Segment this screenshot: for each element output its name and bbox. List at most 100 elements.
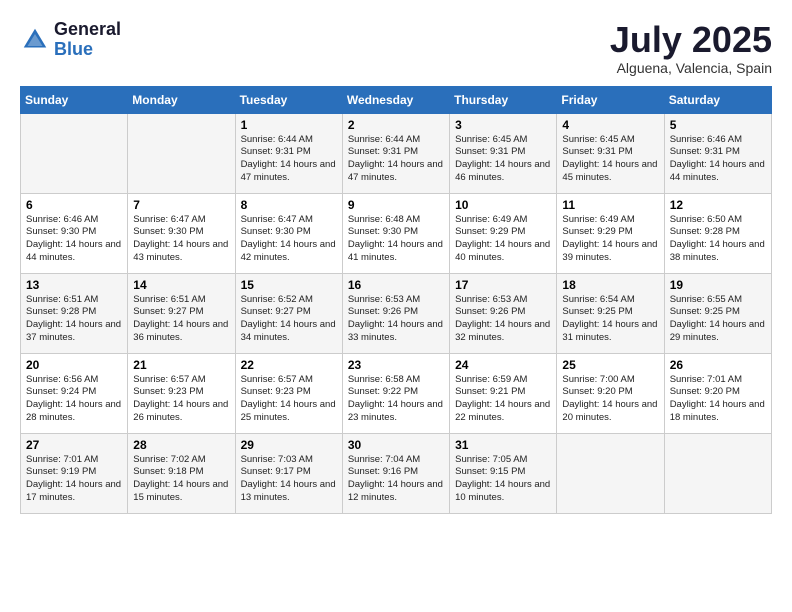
day-number: 9 — [348, 198, 444, 212]
calendar-cell: 14Sunrise: 6:51 AM Sunset: 9:27 PM Dayli… — [128, 273, 235, 353]
day-number: 8 — [241, 198, 337, 212]
day-number: 17 — [455, 278, 551, 292]
calendar-cell: 1 Sunrise: 6:44 AM Sunset: 9:31 PM Daylig… — [235, 113, 342, 193]
day-number: 18 — [562, 278, 658, 292]
logo-general: General — [54, 20, 121, 40]
calendar-cell: 19 Sunrise: 6:55 AM Sunset: 9:25 PM Dayli… — [664, 273, 771, 353]
calendar-cell: 4Sunrise: 6:45 AM Sunset: 9:31 PM Daylig… — [557, 113, 664, 193]
weekday-header-saturday: Saturday — [664, 86, 771, 113]
day-number: 7 — [133, 198, 229, 212]
title-block: July 2025 Alguena, Valencia, Spain — [610, 20, 772, 76]
day-number: 16 — [348, 278, 444, 292]
day-number: 5 — [670, 118, 766, 132]
cell-info: Sunrise: 6:48 AM Sunset: 9:30 PM Dayligh… — [348, 214, 444, 265]
day-number: 1 — [241, 118, 337, 132]
cell-info: Sunrise: 6:59 AM Sunset: 9:21 PM Dayligh… — [455, 374, 551, 425]
cell-info: Sunrise: 7:02 AM Sunset: 9:18 PM Dayligh… — [133, 454, 229, 505]
cell-info: Sunrise: 6:57 AM Sunset: 9:23 PM Dayligh… — [133, 374, 229, 425]
calendar-table: SundayMondayTuesdayWednesdayThursdayFrid… — [20, 86, 772, 514]
calendar-cell: 24 Sunrise: 6:59 AM Sunset: 9:21 PM Dayli… — [450, 353, 557, 433]
calendar-cell: 27 Sunrise: 7:01 AM Sunset: 9:19 PM Dayli… — [21, 433, 128, 513]
cell-info: Sunrise: 6:57 AM Sunset: 9:23 PM Dayligh… — [241, 374, 337, 425]
cell-info: Sunrise: 6:46 AM Sunset: 9:30 PM Dayligh… — [26, 214, 122, 265]
calendar-cell: 13Sunrise: 6:51 AM Sunset: 9:28 PM Dayli… — [21, 273, 128, 353]
cell-info: Sunrise: 6:50 AM Sunset: 9:28 PM Dayligh… — [670, 214, 766, 265]
day-number: 23 — [348, 358, 444, 372]
day-number: 30 — [348, 438, 444, 452]
cell-info: Sunrise: 6:45 AM Sunset: 9:31 PM Dayligh… — [455, 134, 551, 185]
logo-text: General Blue — [54, 20, 121, 60]
logo-icon — [20, 25, 50, 55]
day-number: 13 — [26, 278, 122, 292]
calendar-cell: 26 Sunrise: 7:01 AM Sunset: 9:20 PM Dayli… — [664, 353, 771, 433]
calendar-cell: 15Sunrise: 6:52 AM Sunset: 9:27 PM Dayli… — [235, 273, 342, 353]
cell-info: Sunrise: 6:47 AM Sunset: 9:30 PM Dayligh… — [241, 214, 337, 265]
day-number: 21 — [133, 358, 229, 372]
weekday-header-row: SundayMondayTuesdayWednesdayThursdayFrid… — [21, 86, 772, 113]
cell-info: Sunrise: 6:44 AM Sunset: 9:31 PM Dayligh… — [241, 134, 337, 185]
calendar-cell: 17 Sunrise: 6:53 AM Sunset: 9:26 PM Dayli… — [450, 273, 557, 353]
calendar-cell: 7Sunrise: 6:47 AM Sunset: 9:30 PM Daylig… — [128, 193, 235, 273]
calendar-cell — [664, 433, 771, 513]
day-number: 24 — [455, 358, 551, 372]
cell-info: Sunrise: 6:53 AM Sunset: 9:26 PM Dayligh… — [348, 294, 444, 345]
week-row-5: 27 Sunrise: 7:01 AM Sunset: 9:19 PM Dayli… — [21, 433, 772, 513]
calendar-cell: 16 Sunrise: 6:53 AM Sunset: 9:26 PM Dayli… — [342, 273, 449, 353]
calendar-cell: 28 Sunrise: 7:02 AM Sunset: 9:18 PM Dayli… — [128, 433, 235, 513]
cell-info: Sunrise: 6:55 AM Sunset: 9:25 PM Dayligh… — [670, 294, 766, 345]
week-row-2: 6 Sunrise: 6:46 AM Sunset: 9:30 PM Daylig… — [21, 193, 772, 273]
cell-info: Sunrise: 6:56 AM Sunset: 9:24 PM Dayligh… — [26, 374, 122, 425]
day-number: 10 — [455, 198, 551, 212]
cell-info: Sunrise: 6:53 AM Sunset: 9:26 PM Dayligh… — [455, 294, 551, 345]
cell-info: Sunrise: 6:58 AM Sunset: 9:22 PM Dayligh… — [348, 374, 444, 425]
day-number: 28 — [133, 438, 229, 452]
weekday-header-wednesday: Wednesday — [342, 86, 449, 113]
calendar-cell: 21 Sunrise: 6:57 AM Sunset: 9:23 PM Dayli… — [128, 353, 235, 433]
calendar-cell: 6 Sunrise: 6:46 AM Sunset: 9:30 PM Daylig… — [21, 193, 128, 273]
weekday-header-sunday: Sunday — [21, 86, 128, 113]
calendar-cell — [21, 113, 128, 193]
cell-info: Sunrise: 7:01 AM Sunset: 9:19 PM Dayligh… — [26, 454, 122, 505]
weekday-header-tuesday: Tuesday — [235, 86, 342, 113]
week-row-3: 13Sunrise: 6:51 AM Sunset: 9:28 PM Dayli… — [21, 273, 772, 353]
calendar-cell: 30 Sunrise: 7:04 AM Sunset: 9:16 PM Dayli… — [342, 433, 449, 513]
cell-info: Sunrise: 6:51 AM Sunset: 9:27 PM Dayligh… — [133, 294, 229, 345]
day-number: 11 — [562, 198, 658, 212]
logo: General Blue — [20, 20, 121, 60]
location: Alguena, Valencia, Spain — [610, 60, 772, 76]
cell-info: Sunrise: 7:00 AM Sunset: 9:20 PM Dayligh… — [562, 374, 658, 425]
calendar-cell — [128, 113, 235, 193]
weekday-header-friday: Friday — [557, 86, 664, 113]
calendar-cell: 9 Sunrise: 6:48 AM Sunset: 9:30 PM Daylig… — [342, 193, 449, 273]
day-number: 20 — [26, 358, 122, 372]
logo-blue: Blue — [54, 40, 121, 60]
cell-info: Sunrise: 6:49 AM Sunset: 9:29 PM Dayligh… — [562, 214, 658, 265]
cell-info: Sunrise: 7:01 AM Sunset: 9:20 PM Dayligh… — [670, 374, 766, 425]
cell-info: Sunrise: 7:04 AM Sunset: 9:16 PM Dayligh… — [348, 454, 444, 505]
week-row-4: 20 Sunrise: 6:56 AM Sunset: 9:24 PM Dayli… — [21, 353, 772, 433]
calendar-cell: 25Sunrise: 7:00 AM Sunset: 9:20 PM Dayli… — [557, 353, 664, 433]
day-number: 27 — [26, 438, 122, 452]
cell-info: Sunrise: 6:49 AM Sunset: 9:29 PM Dayligh… — [455, 214, 551, 265]
weekday-header-monday: Monday — [128, 86, 235, 113]
day-number: 15 — [241, 278, 337, 292]
calendar-cell: 2Sunrise: 6:44 AM Sunset: 9:31 PM Daylig… — [342, 113, 449, 193]
day-number: 31 — [455, 438, 551, 452]
calendar-cell: 31 Sunrise: 7:05 AM Sunset: 9:15 PM Dayli… — [450, 433, 557, 513]
calendar-cell: 5Sunrise: 6:46 AM Sunset: 9:31 PM Daylig… — [664, 113, 771, 193]
cell-info: Sunrise: 6:54 AM Sunset: 9:25 PM Dayligh… — [562, 294, 658, 345]
calendar-cell: 18 Sunrise: 6:54 AM Sunset: 9:25 PM Dayli… — [557, 273, 664, 353]
calendar-cell: 3Sunrise: 6:45 AM Sunset: 9:31 PM Daylig… — [450, 113, 557, 193]
weekday-header-thursday: Thursday — [450, 86, 557, 113]
calendar-cell: 8 Sunrise: 6:47 AM Sunset: 9:30 PM Daylig… — [235, 193, 342, 273]
cell-info: Sunrise: 7:03 AM Sunset: 9:17 PM Dayligh… — [241, 454, 337, 505]
calendar-cell: 29Sunrise: 7:03 AM Sunset: 9:17 PM Dayli… — [235, 433, 342, 513]
day-number: 26 — [670, 358, 766, 372]
day-number: 22 — [241, 358, 337, 372]
cell-info: Sunrise: 6:45 AM Sunset: 9:31 PM Dayligh… — [562, 134, 658, 185]
week-row-1: 1 Sunrise: 6:44 AM Sunset: 9:31 PM Daylig… — [21, 113, 772, 193]
day-number: 6 — [26, 198, 122, 212]
month-title: July 2025 — [610, 20, 772, 60]
day-number: 19 — [670, 278, 766, 292]
cell-info: Sunrise: 7:05 AM Sunset: 9:15 PM Dayligh… — [455, 454, 551, 505]
